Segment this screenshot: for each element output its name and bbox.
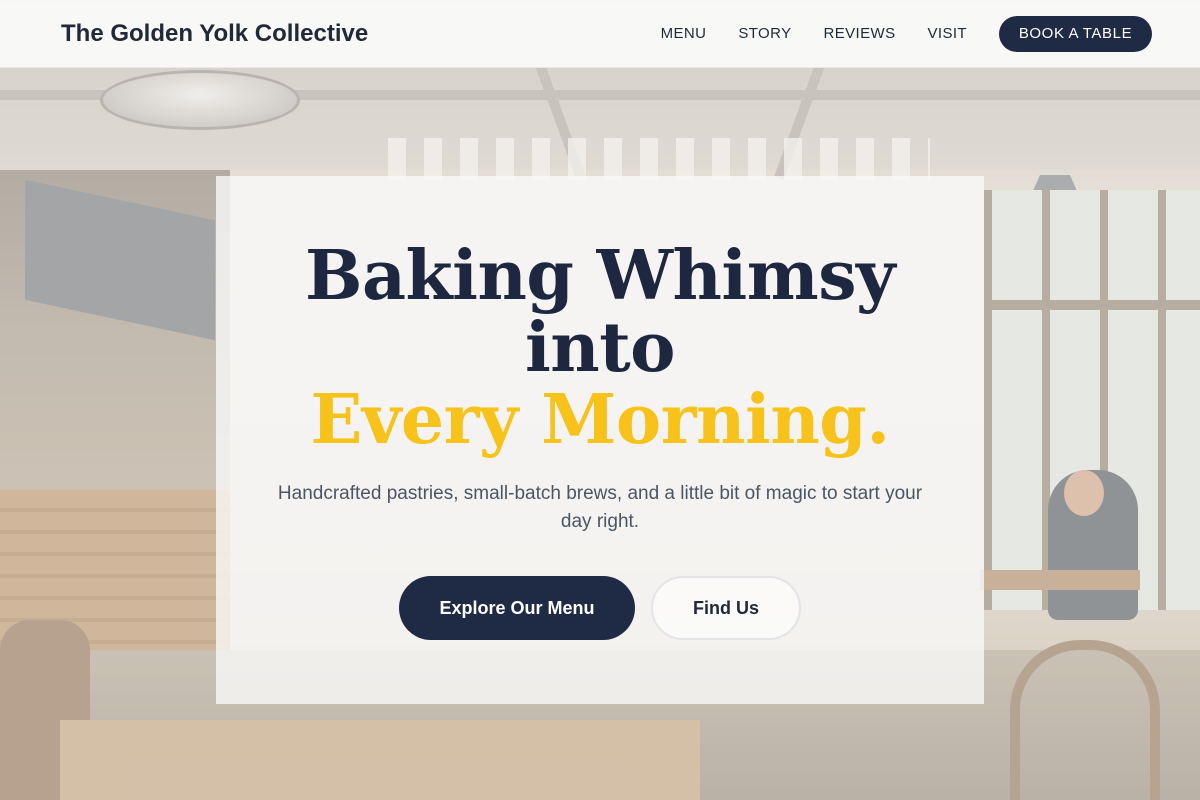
hero-headline-line-2: into: [524, 308, 676, 388]
site-header: The Golden Yolk Collective MENU STORY RE…: [0, 0, 1200, 68]
hero-card: Baking Whimsy into Every Morning. Handcr…: [216, 176, 984, 704]
hero-headline-line-1: Baking Whimsy: [304, 236, 896, 316]
nav-link-menu[interactable]: MENU: [661, 25, 707, 42]
brand-logo-text[interactable]: The Golden Yolk Collective: [61, 20, 368, 48]
main-nav: MENU STORY REVIEWS VISIT BOOK A TABLE: [661, 15, 1152, 52]
hero-headline: Baking Whimsy into Every Morning.: [216, 240, 984, 456]
hero-headline-accent: Every Morning.: [310, 380, 890, 460]
find-us-button[interactable]: Find Us: [651, 576, 801, 640]
hero-subtitle: Handcrafted pastries, small-batch brews,…: [277, 483, 923, 532]
explore-menu-button[interactable]: Explore Our Menu: [399, 576, 635, 640]
nav-link-reviews[interactable]: REVIEWS: [824, 25, 896, 42]
book-table-button[interactable]: BOOK A TABLE: [999, 15, 1152, 52]
nav-link-visit[interactable]: VISIT: [927, 25, 967, 42]
hero-actions: Explore Our Menu Find Us: [216, 576, 984, 640]
nav-link-story[interactable]: STORY: [738, 25, 791, 42]
